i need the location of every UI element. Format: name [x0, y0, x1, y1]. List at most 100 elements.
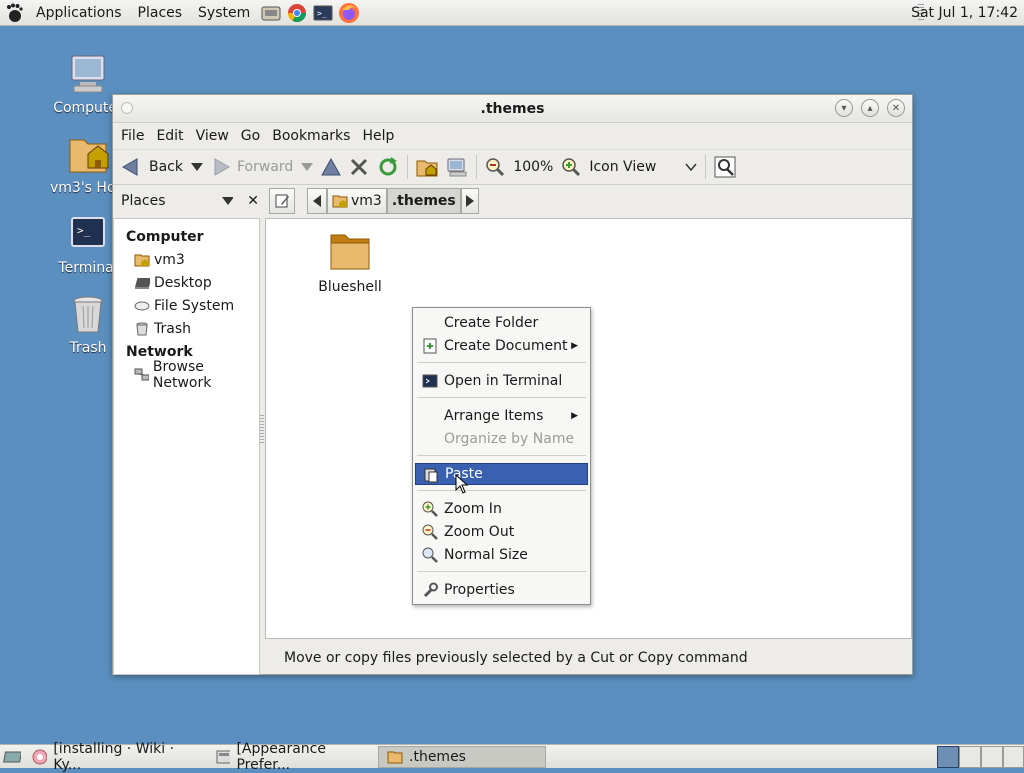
workspace-2[interactable] [959, 746, 981, 768]
menu-separator [417, 362, 586, 363]
zoom-in-item[interactable]: Zoom In [415, 498, 588, 520]
search-button[interactable] [710, 152, 740, 182]
breadcrumb-themes[interactable]: .themes [386, 188, 461, 214]
sidebar-selector[interactable]: Places ✕ [113, 185, 259, 217]
new-document-icon [423, 338, 437, 354]
menu-separator [417, 571, 586, 572]
open-in-terminal-item[interactable]: Open in Terminal [415, 370, 588, 392]
chevron-down-icon: ▾ [841, 102, 847, 114]
sidebar-item-label: Trash [154, 320, 191, 337]
sidebar-item-file-system[interactable]: File System [114, 294, 259, 317]
forward-label: Forward [237, 159, 294, 175]
workspace-1[interactable] [937, 746, 959, 768]
sidebar-item-browse-network[interactable]: Browse Network [114, 359, 259, 391]
forward-history-dropdown[interactable] [297, 152, 317, 182]
trash-icon [136, 322, 148, 335]
zoom-out-icon [422, 524, 438, 540]
maximize-button[interactable]: ▴ [861, 99, 879, 117]
back-label: Back [149, 159, 183, 175]
taskbar-item-browser[interactable]: [installing · Wiki · Ky... [24, 741, 208, 773]
breadcrumb-scroll-right[interactable] [460, 188, 479, 214]
menu-file[interactable]: File [115, 128, 150, 144]
preferences-icon [216, 750, 231, 763]
home-button[interactable] [412, 152, 442, 182]
applications-menu[interactable]: Applications [28, 5, 130, 21]
folder-icon [387, 751, 403, 763]
normal-size-item[interactable]: Normal Size [415, 544, 588, 566]
stop-button[interactable] [345, 152, 373, 182]
view-mode-select[interactable]: Icon View [585, 152, 681, 182]
sidebar-selector-label: Places [121, 193, 166, 209]
toggle-location-entry-button[interactable] [269, 188, 295, 214]
taskbar-item-themes[interactable]: .themes [378, 745, 546, 768]
create-document-item[interactable]: Create Document ▶ [415, 335, 588, 357]
create-folder-item[interactable]: Create Folder [415, 312, 588, 334]
terminal-icon [422, 374, 438, 388]
sidebar-item-vm3[interactable]: vm3 [114, 248, 259, 271]
menu-view[interactable]: View [190, 128, 235, 144]
firefox-launcher-icon[interactable] [337, 2, 361, 24]
places-menu[interactable]: Places [130, 5, 191, 21]
title-bar[interactable]: .themes ▾ ▴ ✕ [113, 95, 912, 123]
view-mode-dropdown[interactable] [681, 152, 701, 182]
home-folder-icon [332, 195, 348, 208]
up-arrow-icon [321, 158, 342, 176]
location-bar: Places ✕ vm3 .themes [113, 185, 912, 217]
desktop-icon [135, 277, 150, 289]
file-item[interactable]: Blueshell [306, 231, 394, 295]
sidebar-item-trash[interactable]: Trash [114, 317, 259, 340]
breadcrumb-vm3[interactable]: vm3 [327, 188, 387, 214]
menu-bookmarks[interactable]: Bookmarks [266, 128, 356, 144]
computer-icon [66, 52, 110, 96]
forward-button[interactable]: Forward [207, 152, 297, 182]
sidebar-item-label: Browse Network [152, 358, 212, 391]
breadcrumb-label: vm3 [351, 193, 382, 209]
zoom-out-item[interactable]: Zoom Out [415, 521, 588, 543]
system-menu[interactable]: System [190, 5, 258, 21]
close-sidebar-icon[interactable]: ✕ [247, 193, 259, 209]
minimize-button[interactable]: ▾ [835, 99, 853, 117]
menu-item-label: Create Folder [444, 315, 539, 331]
taskbar-item-appearance[interactable]: [Appearance Prefer... [208, 741, 378, 773]
arrange-items-item[interactable]: Arrange Items ▶ [415, 405, 588, 427]
zoom-out-button[interactable] [481, 152, 509, 182]
menu-go[interactable]: Go [235, 128, 266, 144]
organize-by-name-item: Organize by Name [415, 428, 588, 450]
show-desktop-button[interactable] [0, 746, 24, 768]
zoom-level[interactable]: 100% [509, 152, 557, 182]
status-bar: Move or copy files previously selected b… [284, 650, 748, 666]
file-name: Blueshell [318, 279, 382, 295]
gnome-foot-icon[interactable] [0, 1, 28, 25]
properties-item[interactable]: Properties [415, 579, 588, 601]
clock[interactable]: Sat Jul 1, 17:42 [911, 0, 1018, 26]
paste-item[interactable]: Paste [415, 463, 588, 485]
pane-resize-handle[interactable] [260, 415, 264, 445]
file-manager-launcher-icon[interactable] [259, 2, 283, 24]
up-button[interactable] [317, 152, 345, 182]
computer-button[interactable] [442, 152, 472, 182]
computer-icon [447, 158, 467, 177]
workspace-3[interactable] [981, 746, 1003, 768]
sidebar-item-desktop[interactable]: Desktop [114, 271, 259, 294]
view-mode-value: Icon View [589, 159, 657, 175]
toolbar-separator [476, 155, 478, 179]
zoom-in-icon [422, 501, 438, 517]
back-history-dropdown[interactable] [187, 152, 207, 182]
workspace-4[interactable] [1003, 746, 1024, 768]
chrome-launcher-icon[interactable] [285, 2, 309, 24]
breadcrumb-scroll-left[interactable] [307, 188, 327, 214]
close-button[interactable]: ✕ [887, 99, 905, 117]
menu-edit[interactable]: Edit [150, 128, 189, 144]
zoom-normal-icon [422, 547, 438, 563]
zoom-in-button[interactable] [557, 152, 585, 182]
menu-bar: File Edit View Go Bookmarks Help [113, 123, 912, 149]
reload-button[interactable] [373, 152, 403, 182]
svg-text:>_: >_ [317, 9, 327, 18]
sidebar-item-label: Desktop [154, 274, 212, 291]
terminal-launcher-icon[interactable]: >_ [311, 2, 335, 24]
back-button[interactable]: Back [117, 152, 187, 182]
menu-item-label: Properties [444, 582, 515, 598]
menu-help[interactable]: Help [356, 128, 400, 144]
sidebar-section-computer: Computer [126, 228, 204, 245]
toolbar-separator [407, 155, 409, 179]
